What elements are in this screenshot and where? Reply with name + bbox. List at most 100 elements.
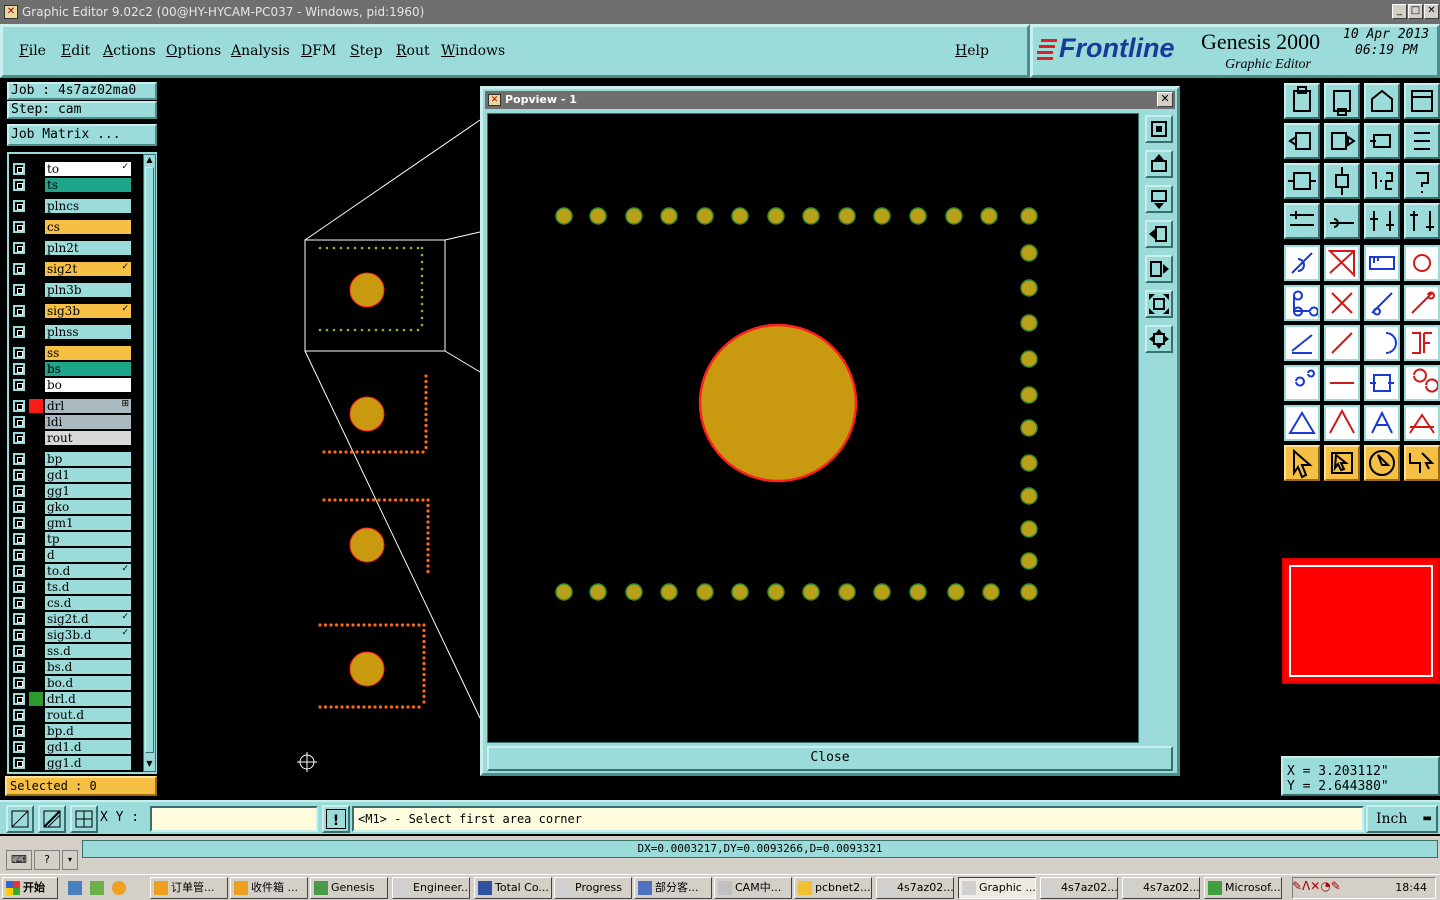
layer-affected-marker[interactable]: [29, 178, 43, 192]
layer-checkbox[interactable]: [13, 416, 25, 428]
layer-name[interactable]: sig3b.d: [45, 628, 131, 642]
layer-checkbox[interactable]: [13, 200, 25, 212]
layer-name[interactable]: plncs: [45, 199, 131, 213]
menu-options[interactable]: Options: [166, 43, 221, 59]
scale-1-2-icon[interactable]: [1364, 163, 1400, 199]
layer-row-ts[interactable]: ts: [13, 178, 133, 192]
layer-checkbox[interactable]: [13, 741, 25, 753]
layer-row-bo[interactable]: bo: [13, 378, 133, 392]
layer-row-bo-d[interactable]: bo.d: [13, 676, 133, 690]
layer-checkbox[interactable]: [13, 400, 25, 412]
taskbar-item[interactable]: 4s7az02...: [876, 877, 954, 899]
layer-affected-marker[interactable]: [29, 199, 43, 213]
layer-checkbox[interactable]: [13, 677, 25, 689]
scroll-up-arrow-icon[interactable]: ▲: [145, 155, 154, 165]
layer-name[interactable]: rout: [45, 431, 131, 445]
layer-checkbox[interactable]: [13, 432, 25, 444]
layer-row-gd1[interactable]: gd1: [13, 468, 133, 482]
layer-checkbox[interactable]: [13, 693, 25, 705]
menu-actions[interactable]: Actions: [103, 43, 156, 59]
home-icon[interactable]: [1364, 83, 1400, 119]
layer-row-ss[interactable]: ss: [13, 346, 133, 360]
layer-name[interactable]: ss.d: [45, 644, 131, 658]
layer-name[interactable]: bs.d: [45, 660, 131, 674]
layer-checkbox[interactable]: [13, 221, 25, 233]
taskbar-item[interactable]: CAM中...: [714, 877, 792, 899]
taskbar-item[interactable]: Microsof...: [1204, 877, 1282, 899]
taskbar-item[interactable]: Genesis: [310, 877, 388, 899]
menu-windows[interactable]: Windows: [441, 43, 505, 59]
grid-tool-icon[interactable]: [70, 805, 98, 833]
point-icon[interactable]: [1284, 365, 1320, 401]
delta-2-icon[interactable]: [1364, 405, 1400, 441]
layer-checkbox[interactable]: [13, 501, 25, 513]
pv-pan-down-button[interactable]: [1145, 185, 1173, 213]
layer-name[interactable]: drl.d: [45, 692, 131, 706]
popview-title-bar[interactable]: ✕ Popview - 1 ✕: [485, 91, 1175, 109]
layer-name[interactable]: bs: [45, 362, 131, 376]
maximize-button[interactable]: □: [1408, 4, 1423, 19]
layer-checkbox[interactable]: [13, 725, 25, 737]
taskbar-item[interactable]: pcbnet2...: [794, 877, 872, 899]
units-selector[interactable]: Inch ▬: [1366, 805, 1438, 833]
layer-checkbox[interactable]: [13, 517, 25, 529]
angle-icon[interactable]: [1284, 325, 1320, 361]
layer-row-sig2t-d[interactable]: sig2t.d ✓: [13, 612, 133, 626]
layer-checkbox[interactable]: [13, 305, 25, 317]
save-icon[interactable]: [1324, 83, 1360, 119]
layer-affected-marker[interactable]: [29, 162, 43, 176]
popview-close-icon[interactable]: ✕: [1157, 92, 1173, 107]
zoom-left-icon[interactable]: [1284, 123, 1320, 159]
layer-checkbox[interactable]: [13, 533, 25, 545]
select-route-icon[interactable]: [1404, 445, 1440, 481]
layer-row-plncs[interactable]: plncs: [13, 199, 133, 213]
info-button[interactable]: !: [322, 805, 350, 833]
layer-name[interactable]: to: [45, 162, 131, 176]
cross-icon[interactable]: [1324, 285, 1360, 321]
connect-icon[interactable]: [1284, 285, 1320, 321]
layer-affected-marker[interactable]: [29, 325, 43, 339]
help-icon[interactable]: ?: [34, 850, 60, 870]
zoom-center-icon[interactable]: [1324, 163, 1360, 199]
layer-name[interactable]: ss: [45, 346, 131, 360]
triangle-icon[interactable]: [1284, 405, 1320, 441]
pv-zoom-in-button[interactable]: [1145, 325, 1173, 353]
layer-checkbox[interactable]: [13, 469, 25, 481]
layer-name[interactable]: gd1.d: [45, 740, 131, 754]
layer-affected-marker[interactable]: [29, 378, 43, 392]
layer-row-bs-d[interactable]: bs.d: [13, 660, 133, 674]
layer-row-bp[interactable]: bp: [13, 452, 133, 466]
popview-close-button[interactable]: Close: [487, 746, 1173, 771]
layer-name[interactable]: bp: [45, 452, 131, 466]
layer-row-cs[interactable]: cs: [13, 220, 133, 234]
layer-name[interactable]: rout.d: [45, 708, 131, 722]
menu-analysis[interactable]: Analysis: [231, 43, 290, 59]
taskbar-item[interactable]: Total Co...: [474, 877, 552, 899]
layer-row-ts-d[interactable]: ts.d: [13, 580, 133, 594]
layer-row-drl[interactable]: drl ⊞: [13, 399, 133, 413]
pv-zoom-out-button[interactable]: [1145, 290, 1173, 318]
minus-icon[interactable]: [1324, 365, 1360, 401]
menu-rout[interactable]: Rout: [396, 43, 430, 59]
open-icon[interactable]: [1284, 83, 1320, 119]
select-round-icon[interactable]: [1364, 445, 1400, 481]
layer-scrollbar[interactable]: ▲ ▼: [143, 154, 156, 772]
layer-row-ss-d[interactable]: ss.d: [13, 644, 133, 658]
layer-row-gd1-d[interactable]: gd1.d: [13, 740, 133, 754]
taskbar-item[interactable]: 部分客...: [634, 877, 712, 899]
layer-row-plnss[interactable]: plnss: [13, 325, 133, 339]
layer-row-bs[interactable]: bs: [13, 362, 133, 376]
layer-name[interactable]: gg1.d: [45, 756, 131, 770]
layer-affected-marker[interactable]: [29, 692, 43, 706]
overview-minimap[interactable]: [1282, 558, 1440, 684]
layer-affected-marker[interactable]: [29, 362, 43, 376]
delta-icon[interactable]: [1324, 405, 1360, 441]
menu-step[interactable]: Step: [350, 43, 382, 59]
layer-name[interactable]: pln3b: [45, 283, 131, 297]
layer-name[interactable]: drl: [45, 399, 131, 413]
minimap-viewport[interactable]: [1289, 565, 1433, 677]
layer-checkbox[interactable]: [13, 379, 25, 391]
layer-checkbox[interactable]: [13, 549, 25, 561]
taskbar-item[interactable]: 4s7az02...: [1040, 877, 1118, 899]
layer-name[interactable]: to.d: [45, 564, 131, 578]
